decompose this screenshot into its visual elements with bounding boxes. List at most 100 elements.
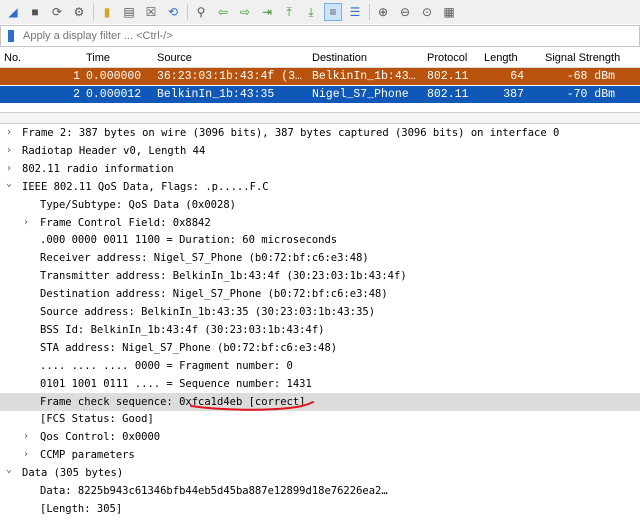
detail-row[interactable]: Destination address: Nigel_S7_Phone (b0:… (0, 285, 640, 303)
packet-details-tree: › Frame 2: 387 bytes on wire (3096 bits),… (0, 124, 640, 528)
packet-source: BelkinIn_1b:43:35 (157, 88, 275, 101)
toolbar-separator (93, 4, 94, 20)
collapsed-arrow-icon[interactable]: › (21, 446, 31, 464)
detail-row[interactable]: .... .... .... 0000 = Fragment number: 0 (0, 357, 640, 375)
expanded-arrow-icon[interactable]: ⌄ (4, 175, 14, 193)
column-header-length[interactable]: Length (484, 52, 518, 64)
red-underline-annotation (190, 401, 314, 411)
detail-text: Data: 8225b943c61346bfb44eb5d45ba887e128… (40, 485, 388, 497)
packet-destination: BelkinIn_1b:43… (312, 70, 416, 83)
collapsed-arrow-icon[interactable]: › (21, 214, 31, 232)
file-icon[interactable]: ▤ (120, 3, 138, 21)
detail-row[interactable]: ⌄ IEEE 802.11 QoS Data, Flags: .p.....F.C (0, 178, 640, 196)
detail-row[interactable]: › Qos Control: 0x0000 (0, 428, 640, 446)
shark-fin-icon[interactable]: ◢ (4, 3, 22, 21)
go-to-packet-icon[interactable]: ⇥ (258, 3, 276, 21)
detail-row[interactable]: Transmitter address: BelkinIn_1b:43:4f (… (0, 267, 640, 285)
detail-text: Receiver address: Nigel_S7_Phone (b0:72:… (40, 252, 369, 265)
detail-text: Frame 2: 387 bytes on wire (3096 bits), … (22, 127, 560, 139)
packet-no: 2 (73, 88, 80, 101)
detail-row[interactable]: [Length: 305] (0, 500, 640, 518)
packet-time: 0.000000 (86, 70, 142, 83)
detail-row[interactable]: 0101 1001 0111 .... = Sequence number: 1… (0, 375, 640, 393)
detail-text: CCMP parameters (40, 449, 135, 462)
colorize-icon[interactable]: ☰ (346, 3, 364, 21)
toolbar-separator (369, 4, 370, 20)
column-header-destination[interactable]: Destination (312, 52, 367, 64)
packet-length: 387 (503, 88, 524, 101)
display-filter-bar (0, 25, 640, 47)
detail-row[interactable]: Source address: BelkinIn_1b:43:35 (30:23… (0, 303, 640, 321)
detail-text: Data (305 bytes) (22, 467, 124, 480)
detail-row[interactable]: › 802.11 radio information (0, 160, 640, 178)
detail-text: .... .... .... 0000 = Fragment number: 0 (40, 359, 293, 372)
column-header-time[interactable]: Time (86, 52, 110, 64)
packet-signal: -70 dBm (566, 88, 615, 101)
detail-text: Source address: BelkinIn_1b:43:35 (30:23… (40, 306, 376, 318)
autoscroll-icon[interactable]: ≡ (324, 3, 342, 21)
detail-row[interactable]: › Frame Control Field: 0x8842 (0, 214, 640, 232)
detail-text: Qos Control: 0x0000 (40, 431, 161, 444)
detail-text: Frame Control Field: 0x8842 (40, 216, 211, 229)
expanded-arrow-icon[interactable]: ⌄ (4, 461, 14, 479)
packet-protocol: 802.11 (427, 70, 469, 83)
packet-time: 0.000012 (86, 88, 142, 101)
packet-row[interactable]: 1 0.000000 36:23:03:1b:43:4f (3… BelkinI… (0, 68, 640, 85)
resize-columns-icon[interactable]: ▦ (440, 3, 458, 21)
zoom-in-icon[interactable]: ⊕ (374, 3, 392, 21)
collapsed-arrow-icon[interactable]: › (21, 428, 31, 446)
collapsed-arrow-icon[interactable]: › (4, 124, 14, 142)
packet-protocol: 802.11 (427, 88, 469, 101)
detail-text: Transmitter address: BelkinIn_1b:43:4f (… (40, 270, 407, 283)
detail-row[interactable]: › Frame 2: 387 bytes on wire (3096 bits),… (0, 124, 640, 142)
detail-row[interactable]: Receiver address: Nigel_S7_Phone (b0:72:… (0, 249, 640, 267)
display-filter-input[interactable] (21, 29, 625, 43)
normal-size-icon[interactable]: ⊙ (418, 3, 436, 21)
packet-destination: Nigel_S7_Phone (312, 88, 409, 101)
zoom-out-icon[interactable]: ⊖ (396, 3, 414, 21)
packet-list-header: No. Time Source Destination Protocol Len… (0, 49, 640, 68)
detail-row[interactable]: › CCMP parameters (0, 446, 640, 464)
open-folder-icon[interactable]: ▮ (98, 3, 116, 21)
column-header-protocol[interactable]: Protocol (427, 52, 467, 64)
detail-text: BSS Id: BelkinIn_1b:43:4f (30:23:03:1b:4… (40, 323, 325, 336)
detail-row[interactable]: STA address: Nigel_S7_Phone (b0:72:bf:c6… (0, 339, 640, 357)
toolbar-separator (187, 4, 188, 20)
main-toolbar: ◢ ■ ⟳ ⚙ ▮ ▤ ☒ ⟲ ⚲ ⇦ ⇨ ⇥ ⤒ ⤓ ≡ ☰ ⊕ ⊖ ⊙ ▦ (0, 0, 640, 24)
close-file-icon[interactable]: ☒ (142, 3, 160, 21)
pane-splitter[interactable] (0, 112, 640, 124)
detail-text: .000 0000 0011 1100 = Duration: 60 micro… (40, 234, 338, 247)
options-icon[interactable]: ⚙ (70, 3, 88, 21)
packet-no: 1 (73, 70, 80, 83)
detail-text: Destination address: Nigel_S7_Phone (b0:… (40, 288, 388, 301)
detail-row[interactable]: .000 0000 0011 1100 = Duration: 60 micro… (0, 231, 640, 249)
detail-text: 802.11 radio information (22, 162, 174, 175)
last-packet-icon[interactable]: ⤓ (302, 3, 320, 21)
reload-icon[interactable]: ⟲ (164, 3, 182, 21)
detail-row[interactable]: › Radiotap Header v0, Length 44 (0, 142, 640, 160)
column-header-signal-strength[interactable]: Signal Strength (545, 52, 620, 64)
first-packet-icon[interactable]: ⤒ (280, 3, 298, 21)
packet-length: 64 (510, 70, 524, 83)
forward-icon[interactable]: ⇨ (236, 3, 254, 21)
detail-text: STA address: Nigel_S7_Phone (b0:72:bf:c6… (40, 341, 338, 354)
detail-row[interactable]: BSS Id: BelkinIn_1b:43:4f (30:23:03:1b:4… (0, 321, 640, 339)
detail-row[interactable]: [FCS Status: Good] (0, 410, 640, 428)
restart-icon[interactable]: ⟳ (48, 3, 66, 21)
packet-row[interactable]: 2 0.000012 BelkinIn_1b:43:35 Nigel_S7_Ph… (0, 86, 640, 103)
detail-row[interactable]: Type/Subtype: QoS Data (0x0028) (0, 196, 640, 214)
packet-source: 36:23:03:1b:43:4f (3… (157, 70, 302, 83)
detail-text: [Length: 305] (40, 502, 123, 515)
detail-row[interactable]: Frame check sequence: 0xfca1d4eb [correc… (0, 392, 640, 411)
collapsed-arrow-icon[interactable]: › (4, 142, 14, 160)
back-icon[interactable]: ⇦ (214, 3, 232, 21)
find-icon[interactable]: ⚲ (192, 3, 210, 21)
detail-row[interactable]: ⌄ Data (305 bytes) (0, 464, 640, 482)
detail-row[interactable]: Data: 8225b943c61346bfb44eb5d45ba887e128… (0, 482, 640, 500)
bookmark-icon[interactable] (4, 28, 18, 44)
detail-text: IEEE 802.11 QoS Data, Flags: .p.....F.C (22, 180, 269, 193)
column-header-no[interactable]: No. (4, 52, 21, 64)
detail-text: Type/Subtype: QoS Data (0x0028) (40, 198, 236, 211)
stop-icon[interactable]: ■ (26, 3, 44, 21)
column-header-source[interactable]: Source (157, 52, 192, 64)
